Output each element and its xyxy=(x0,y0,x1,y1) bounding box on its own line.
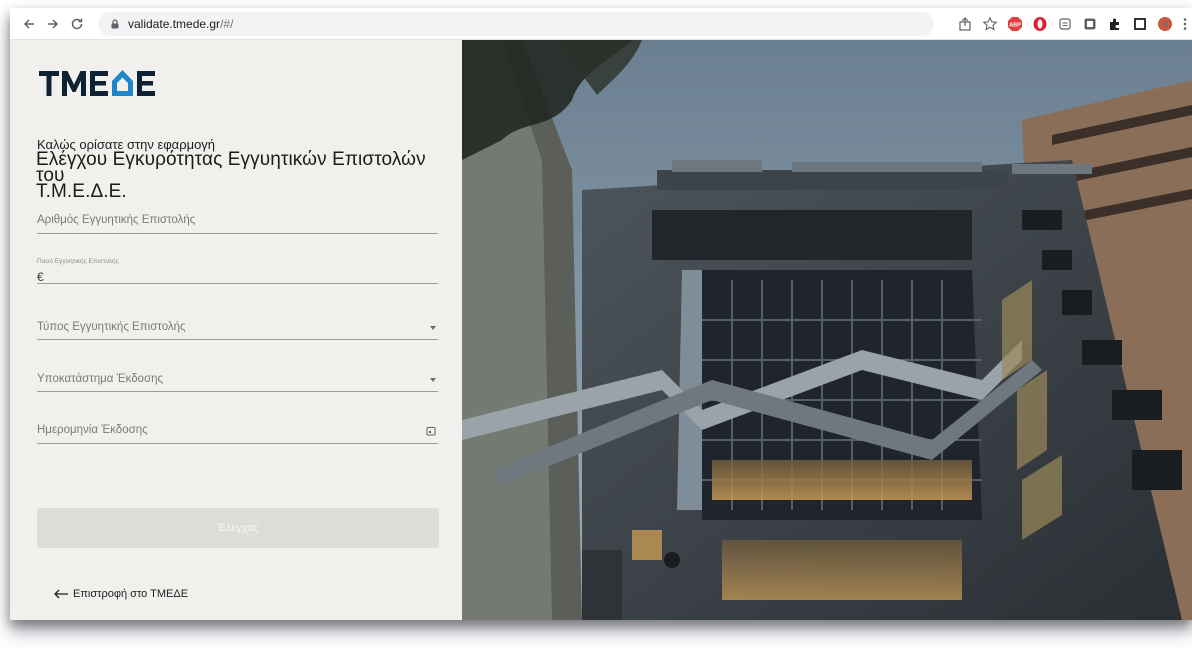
amount-field[interactable]: Ποσό Εγγυητικής Επιστολής € xyxy=(37,258,438,284)
sidepanel-icon[interactable] xyxy=(1132,16,1148,32)
star-icon[interactable] xyxy=(982,16,998,32)
calendar-icon[interactable] xyxy=(426,426,436,436)
title-line-1: Ελέγχου Εγκυρότητας Εγγυητικών Επιστολών… xyxy=(36,149,426,186)
back-icon xyxy=(23,18,34,29)
letter-type-select[interactable]: Τύπος Εγγυητικής Επιστολής xyxy=(37,316,438,340)
reload-button[interactable] xyxy=(66,13,88,35)
caret-down-icon xyxy=(430,378,436,382)
branch-placeholder: Υποκατάστημα Έκδοσης xyxy=(37,373,164,385)
back-link-label: Επιστροφή στο ΤΜΕΔΕ xyxy=(73,588,189,600)
forward-icon xyxy=(48,18,59,29)
reload-icon xyxy=(71,18,83,29)
extension-icon[interactable] xyxy=(1082,16,1098,32)
issue-date-field[interactable]: Ημερομηνία Έκδοσης xyxy=(37,420,438,444)
svg-text:ABP: ABP xyxy=(1009,22,1021,28)
reading-list-icon[interactable] xyxy=(1057,16,1073,32)
page-title: Ελέγχου Εγκυρότητας Εγγυητικών Επιστολών… xyxy=(36,149,446,202)
lock-icon xyxy=(111,19,119,29)
building-photo xyxy=(462,40,1192,620)
opera-icon[interactable] xyxy=(1032,16,1048,32)
address-bar[interactable]: validate.tmede.gr/#/ xyxy=(98,12,934,36)
puzzle-icon[interactable] xyxy=(1107,16,1123,32)
back-to-tmede-link[interactable]: Επιστροφή στο ΤΜΕΔΕ xyxy=(53,588,188,600)
letter-type-placeholder: Τύπος Εγγυητικής Επιστολής xyxy=(37,321,186,333)
letter-number-field[interactable]: Αριθμός Εγγυητικής Επιστολής xyxy=(37,210,438,234)
menu-icon[interactable] xyxy=(1182,16,1188,32)
branch-select[interactable]: Υποκατάστημα Έκδοσης xyxy=(37,368,438,392)
issue-date-placeholder: Ημερομηνία Έκδοσης xyxy=(37,424,148,436)
caret-down-icon xyxy=(430,326,436,330)
arrow-left-icon xyxy=(54,589,68,599)
url-host: validate.tmede.gr xyxy=(128,17,221,31)
share-icon[interactable] xyxy=(957,16,973,32)
amount-currency: € xyxy=(37,270,44,284)
extensions-area: ABP xyxy=(957,14,1188,34)
browser-toolbar: validate.tmede.gr/#/ ABP xyxy=(10,8,1192,40)
profile-icon[interactable] xyxy=(1157,16,1173,32)
browser-window: validate.tmede.gr/#/ ABP Καλώς ορίσατε σ… xyxy=(10,8,1192,620)
forward-button[interactable] xyxy=(42,13,64,35)
letter-number-placeholder: Αριθμός Εγγυητικής Επιστολής xyxy=(37,214,196,226)
validation-panel: Καλώς ορίσατε στην εφαρμογή Ελέγχου Εγκυ… xyxy=(10,40,462,620)
check-button[interactable]: Έλεγχος xyxy=(37,508,439,548)
adblock-icon[interactable]: ABP xyxy=(1007,16,1023,32)
title-line-2: Τ.Μ.Ε.Δ.Ε. xyxy=(36,181,127,202)
url-path: /#/ xyxy=(220,17,234,31)
back-button[interactable] xyxy=(18,13,40,35)
amount-label: Ποσό Εγγυητικής Επιστολής xyxy=(37,258,119,265)
tmede-logo xyxy=(39,70,155,96)
